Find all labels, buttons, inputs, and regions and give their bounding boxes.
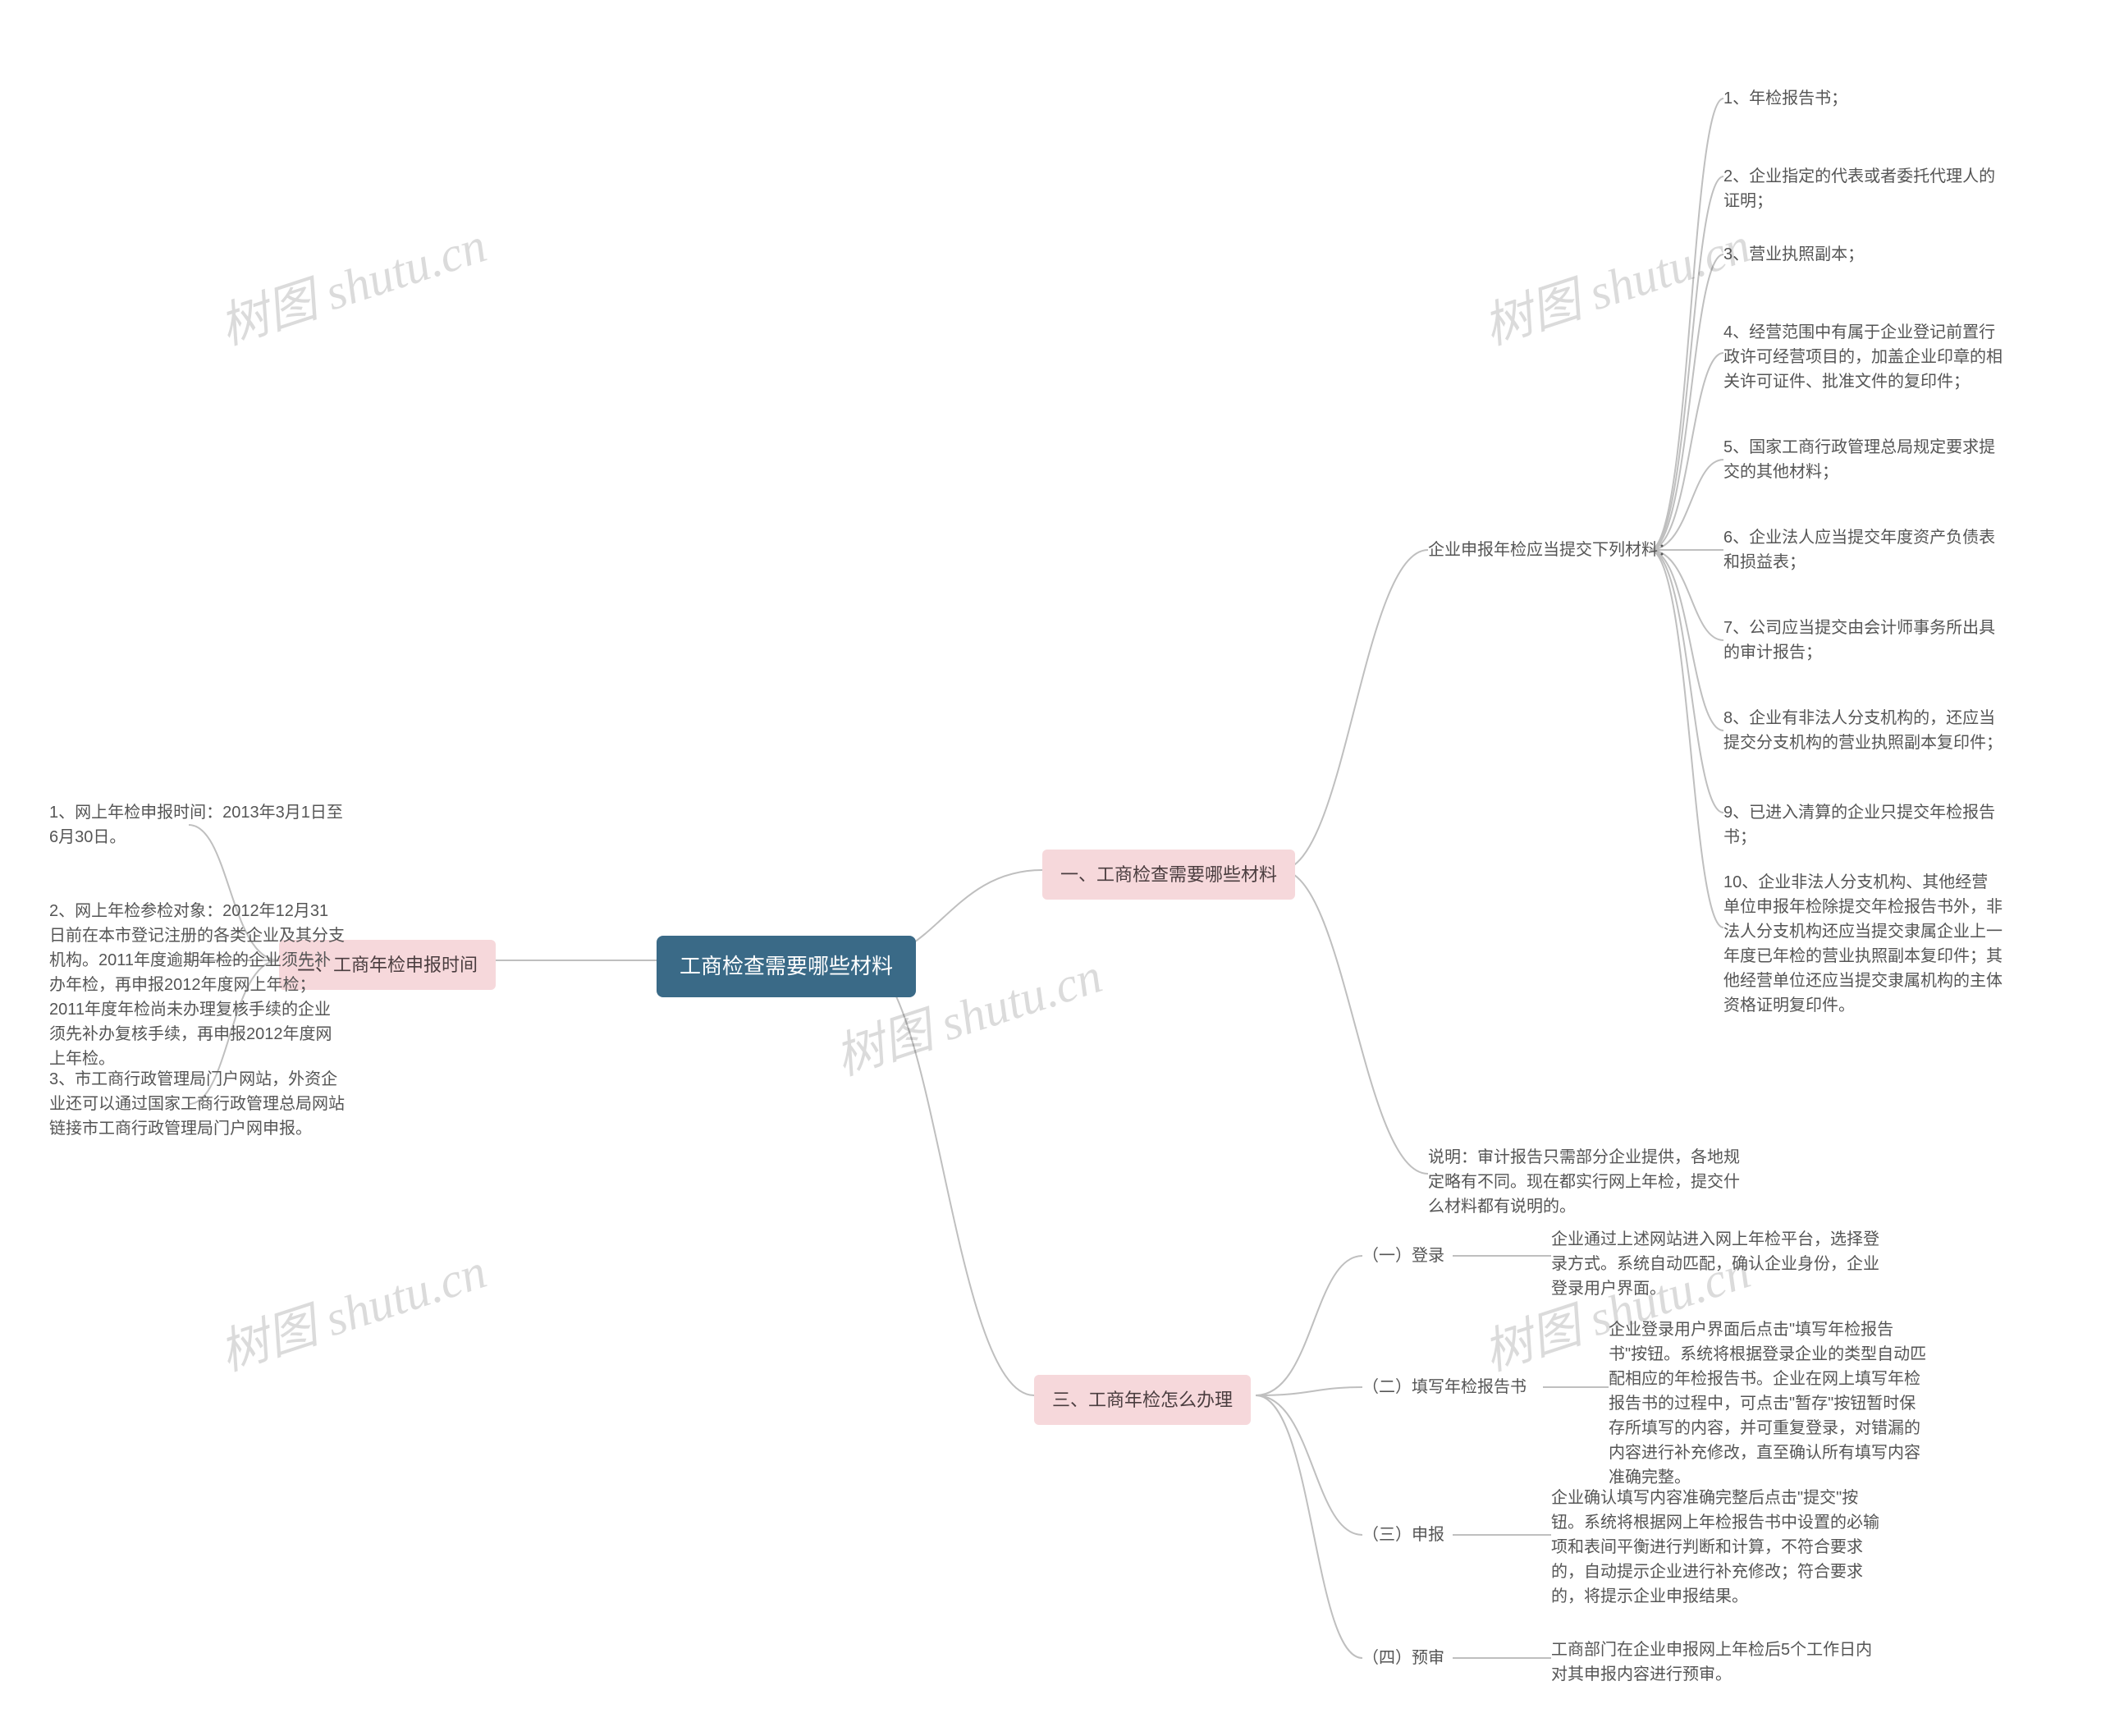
step-1-desc: 企业通过上述网站进入网上年检平台，选择登录方式。系统自动匹配，确认企业身份，企业…: [1551, 1227, 1879, 1301]
material-7: 7、公司应当提交由会计师事务所出具的审计报告；: [1723, 616, 2003, 665]
material-5: 5、国家工商行政管理总局规定要求提交的其他材料；: [1723, 435, 2003, 484]
root-node: 工商检查需要哪些材料: [657, 936, 916, 997]
watermark: 树图 shutu.cn: [209, 205, 494, 359]
step-3-desc: 企业确认填写内容准确完整后点击"提交"按钮。系统将根据网上年检报告书中设置的必输…: [1551, 1486, 1879, 1609]
material-1: 1、年检报告书；: [1723, 86, 1847, 111]
material-8: 8、企业有非法人分支机构的，还应当提交分支机构的营业执照副本复印件；: [1723, 706, 2003, 755]
step-4-desc: 工商部门在企业申报网上年检后5个工作日内对其申报内容进行预审。: [1551, 1638, 1879, 1687]
step-2-desc: 企业登录用户界面后点击"填写年检报告书"按钮。系统将根据登录企业的类型自动匹配相…: [1609, 1317, 1929, 1490]
material-4: 4、经营范围中有属于企业登记前置行政许可经营项目的，加盖企业印章的相关许可证件、…: [1723, 320, 2003, 394]
material-6: 6、企业法人应当提交年度资产负债表和损益表；: [1723, 525, 2003, 575]
watermark: 树图 shutu.cn: [1473, 205, 1758, 359]
section-one: 一、工商检查需要哪些材料: [1042, 850, 1295, 900]
watermark: 树图 shutu.cn: [209, 1231, 494, 1385]
material-2: 2、企业指定的代表或者委托代理人的证明；: [1723, 164, 2003, 213]
section-three: 三、工商年检怎么办理: [1034, 1375, 1251, 1425]
time-item-3: 3、市工商行政管理局门户网站，外资企业还可以通过国家工商行政管理总局网站链接市工…: [49, 1067, 345, 1141]
step-1-label: （一）登录: [1362, 1244, 1444, 1268]
material-10: 10、企业非法人分支机构、其他经营单位申报年检除提交年检报告书外，非法人分支机构…: [1723, 870, 2003, 1018]
step-3-label: （三）申报: [1362, 1523, 1444, 1547]
mindmap-canvas: 树图 shutu.cn 树图 shutu.cn 树图 shutu.cn 树图 s…: [0, 0, 2101, 1736]
step-2-label: （二）填写年检报告书: [1362, 1375, 1527, 1399]
material-3: 3、营业执照副本；: [1723, 242, 1864, 267]
time-item-2: 2、网上年检参检对象：2012年12月31日前在本市登记注册的各类企业及其分支机…: [49, 899, 345, 1071]
step-4-label: （四）预审: [1362, 1646, 1444, 1670]
materials-label: 企业申报年检应当提交下列材料：: [1428, 538, 1674, 562]
section-one-note: 说明：审计报告只需部分企业提供，各地规定略有不同。现在都实行网上年检，提交什么材…: [1428, 1145, 1740, 1219]
material-9: 9、已进入清算的企业只提交年检报告书；: [1723, 800, 2003, 850]
time-item-1: 1、网上年检申报时间：2013年3月1日至6月30日。: [49, 800, 345, 850]
